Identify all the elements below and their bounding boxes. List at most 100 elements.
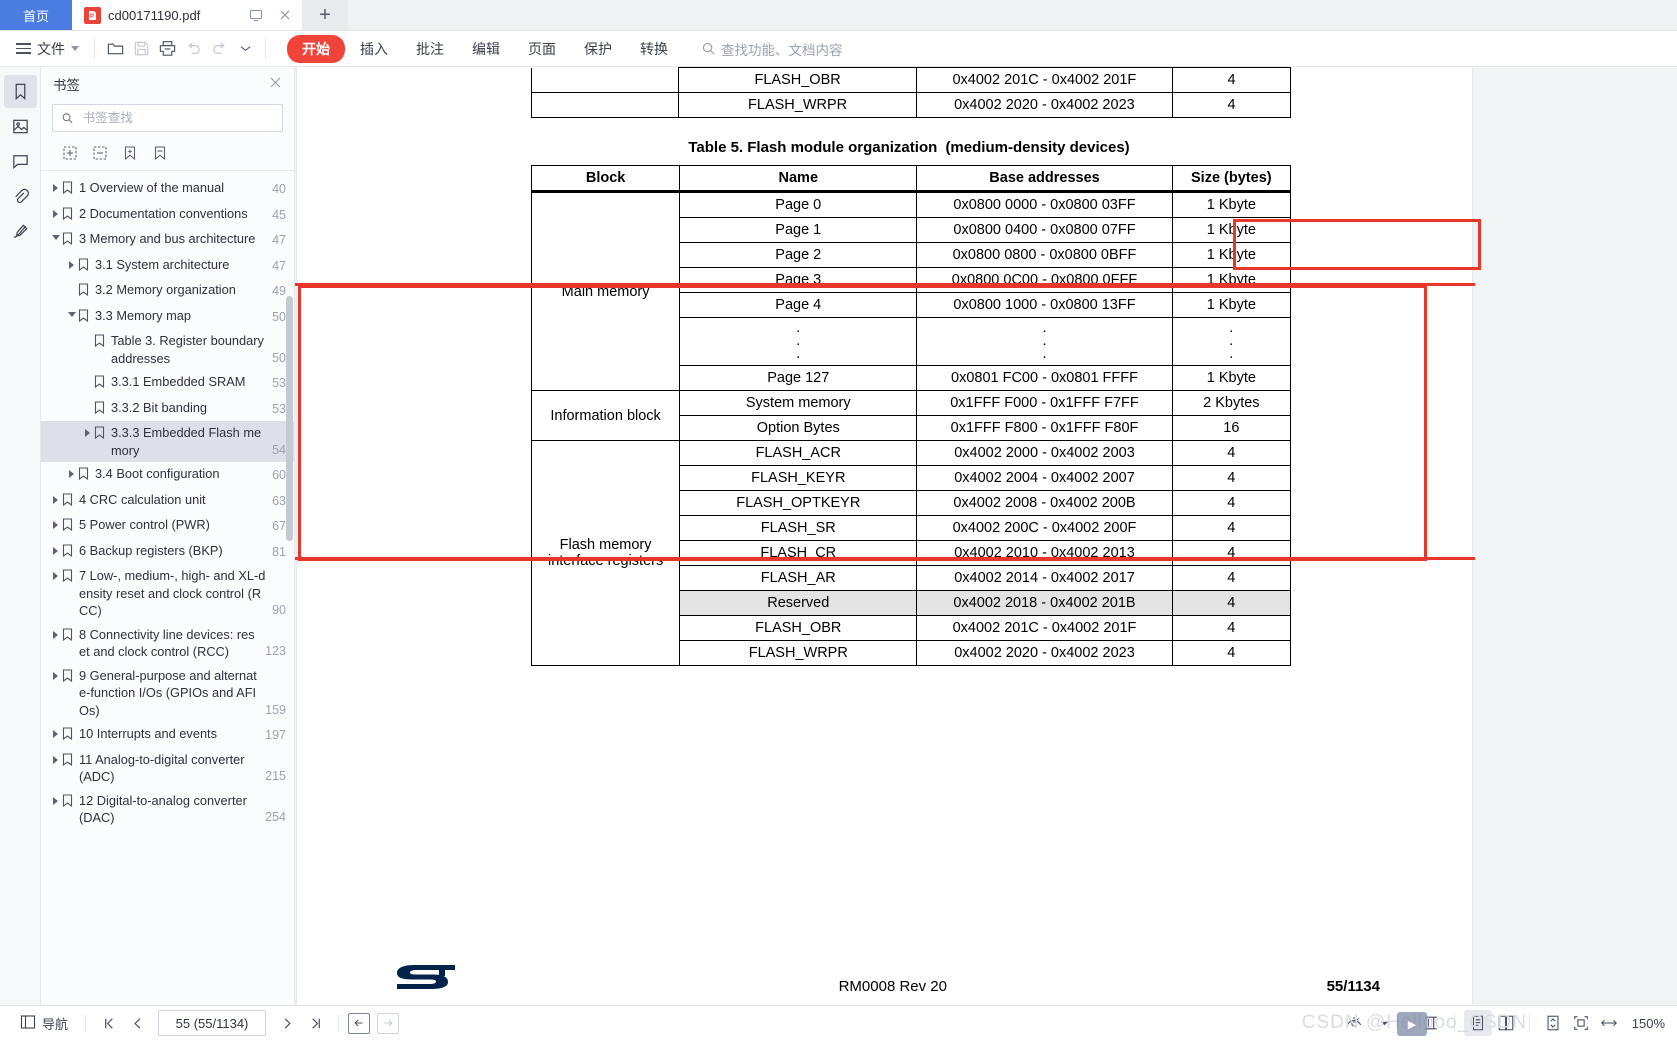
bookmark-item[interactable]: Table 3. Register boundary addresses 50: [41, 329, 294, 370]
bookmark-item[interactable]: 7 Low-, medium-, high- and XL-density re…: [41, 564, 294, 623]
collapse-all-icon[interactable]: [89, 142, 111, 164]
chevron-right-icon[interactable]: [49, 792, 62, 805]
bookmark-icon: [62, 516, 75, 536]
page-number-input[interactable]: 55 (55/1134): [158, 1010, 267, 1036]
close-tab-icon[interactable]: [274, 4, 296, 26]
bookmarks-toolbar: [41, 139, 294, 171]
chevron-right-icon[interactable]: [49, 725, 62, 738]
ribbon-tab-convert[interactable]: 转换: [627, 35, 681, 63]
tab-home[interactable]: 首页: [0, 0, 72, 30]
bookmark-item[interactable]: 5 Power control (PWR) 67: [41, 513, 294, 539]
fit-page-icon[interactable]: [1539, 1010, 1567, 1036]
chevron-right-icon[interactable]: [49, 751, 62, 764]
expand-all-icon[interactable]: [59, 142, 81, 164]
bookmark-item[interactable]: 11 Analog-to-digital converter (ADC) 215: [41, 748, 294, 789]
chevron-right-icon[interactable]: [65, 256, 78, 269]
bookmark-item[interactable]: 6 Backup registers (BKP) 81: [41, 539, 294, 565]
bookmark-search-input[interactable]: [80, 110, 274, 126]
bookmark-search-box[interactable]: [52, 104, 283, 132]
tab-document[interactable]: P cd00171190.pdf: [72, 0, 302, 30]
next-page-icon[interactable]: [273, 1010, 301, 1036]
last-page-icon[interactable]: [301, 1010, 329, 1036]
prev-page-icon[interactable]: [123, 1010, 151, 1036]
bookmark-item[interactable]: 3.1 System architecture 47: [41, 253, 294, 279]
bookmarks-scrollbar[interactable]: [286, 296, 293, 541]
chevron-right-icon[interactable]: [49, 567, 62, 580]
bookmarks-header: 书签: [41, 67, 294, 101]
chevron-right-icon[interactable]: [49, 542, 62, 555]
navigate-forward-icon[interactable]: [377, 1012, 400, 1034]
ribbon-tab-insert[interactable]: 插入: [347, 35, 401, 63]
rail-bookmark-icon[interactable]: [3, 75, 37, 108]
chevron-down-icon[interactable]: [65, 307, 78, 321]
chevron-down-icon[interactable]: [49, 230, 62, 244]
ribbon-tab-annotate[interactable]: 批注: [403, 35, 457, 63]
chevron-right-icon[interactable]: [49, 516, 62, 529]
global-search-box[interactable]: 查找功能、文档内容: [701, 39, 843, 59]
bookmark-item[interactable]: 10 Interrupts and events 197: [41, 722, 294, 748]
bookmark-spacer: [81, 399, 94, 404]
bookmark-item-page: 60: [272, 468, 286, 482]
bookmark-item[interactable]: 8 Connectivity line devices: reset and c…: [41, 623, 294, 664]
open-folder-icon[interactable]: [102, 36, 128, 62]
chevron-right-icon[interactable]: [65, 465, 78, 478]
bookmark-item-label: 3.3.3 Embedded Flash memory: [111, 425, 262, 458]
bookmark-item[interactable]: 3.3.1 Embedded SRAM 53: [41, 370, 294, 396]
chevron-right-icon[interactable]: [49, 491, 62, 504]
first-page-icon[interactable]: [95, 1010, 123, 1036]
status-divider-1: [85, 1014, 87, 1032]
ribbon-tab-edit[interactable]: 编辑: [459, 35, 513, 63]
bookmark-item[interactable]: 3.3 Memory map 50: [41, 304, 294, 330]
bookmark-item[interactable]: 3.2 Memory organization 49: [41, 278, 294, 304]
eye-dropdown-caret-icon[interactable]: [1370, 1010, 1398, 1036]
bookmark-options-icon[interactable]: [149, 142, 171, 164]
bookmark-item[interactable]: 3.3.3 Embedded Flash memory 54: [41, 421, 294, 462]
pdf-viewer[interactable]: FLASH_OBR 0x4002 201C - 0x4002 201F 4 FLAS…: [295, 67, 1677, 1005]
navigation-toggle-button[interactable]: 导航: [12, 1010, 76, 1036]
chevron-right-icon[interactable]: [49, 205, 62, 218]
print-icon[interactable]: [154, 36, 180, 62]
chevron-right-icon[interactable]: [81, 424, 94, 437]
save-icon[interactable]: [128, 36, 154, 62]
bookmark-item[interactable]: 1 Overview of the manual 40: [41, 176, 294, 202]
redo-icon[interactable]: [206, 36, 232, 62]
bookmark-item[interactable]: 9 General-purpose and alternate-function…: [41, 664, 294, 723]
undo-icon[interactable]: [180, 36, 206, 62]
bookmark-item[interactable]: 3 Memory and bus architecture 47: [41, 227, 294, 253]
eye-icon[interactable]: [1340, 1010, 1368, 1036]
double-page-icon[interactable]: [1492, 1010, 1520, 1036]
ribbon-tab-page[interactable]: 页面: [515, 35, 569, 63]
rail-signature-icon[interactable]: [4, 215, 37, 248]
ribbon-tab-protect[interactable]: 保护: [571, 35, 625, 63]
close-bookmarks-icon[interactable]: [269, 76, 282, 93]
chevron-right-icon[interactable]: [49, 667, 62, 680]
single-page-icon[interactable]: [1464, 1010, 1492, 1036]
bookmark-item[interactable]: 3.3.2 Bit banding 53: [41, 396, 294, 422]
bookmark-item[interactable]: 3.4 Boot configuration 60: [41, 462, 294, 488]
bookmark-item[interactable]: 12 Digital-to-analog converter (DAC) 254: [41, 789, 294, 830]
file-menu-button[interactable]: 文件: [8, 35, 87, 63]
table5-header-addresses: Base addresses: [916, 165, 1173, 192]
rail-comment-icon[interactable]: [4, 145, 37, 178]
chevron-right-icon[interactable]: [49, 179, 62, 192]
bookmark-item[interactable]: 2 Documentation conventions 45: [41, 202, 294, 228]
ribbon-tab-start[interactable]: 开始: [287, 34, 345, 63]
table5-cell-name: ...: [679, 317, 918, 366]
zoom-level-label[interactable]: 150%: [1623, 1016, 1665, 1031]
fit-height-icon[interactable]: [1417, 1010, 1445, 1036]
rail-thumbnail-icon[interactable]: [4, 110, 37, 143]
rail-attachment-icon[interactable]: [4, 180, 37, 213]
global-search-placeholder: 查找功能、文档内容: [721, 42, 843, 58]
navigation-label: 导航: [42, 1016, 69, 1032]
chevron-right-icon[interactable]: [49, 626, 62, 639]
table5-cell-size: 4: [1171, 440, 1292, 466]
cast-icon[interactable]: [245, 4, 267, 26]
fit-width-icon[interactable]: [1595, 1010, 1623, 1036]
new-tab-button[interactable]: +: [302, 0, 348, 30]
customize-toolbar-caret-icon[interactable]: [232, 36, 258, 62]
bookmark-item[interactable]: 4 CRC calculation unit 63: [41, 488, 294, 514]
navigate-back-icon[interactable]: [348, 1012, 371, 1034]
bookmarks-list[interactable]: 1 Overview of the manual 40 2 Documentatio…: [41, 171, 294, 1005]
add-bookmark-icon[interactable]: [119, 142, 141, 164]
actual-size-icon[interactable]: [1567, 1010, 1595, 1036]
